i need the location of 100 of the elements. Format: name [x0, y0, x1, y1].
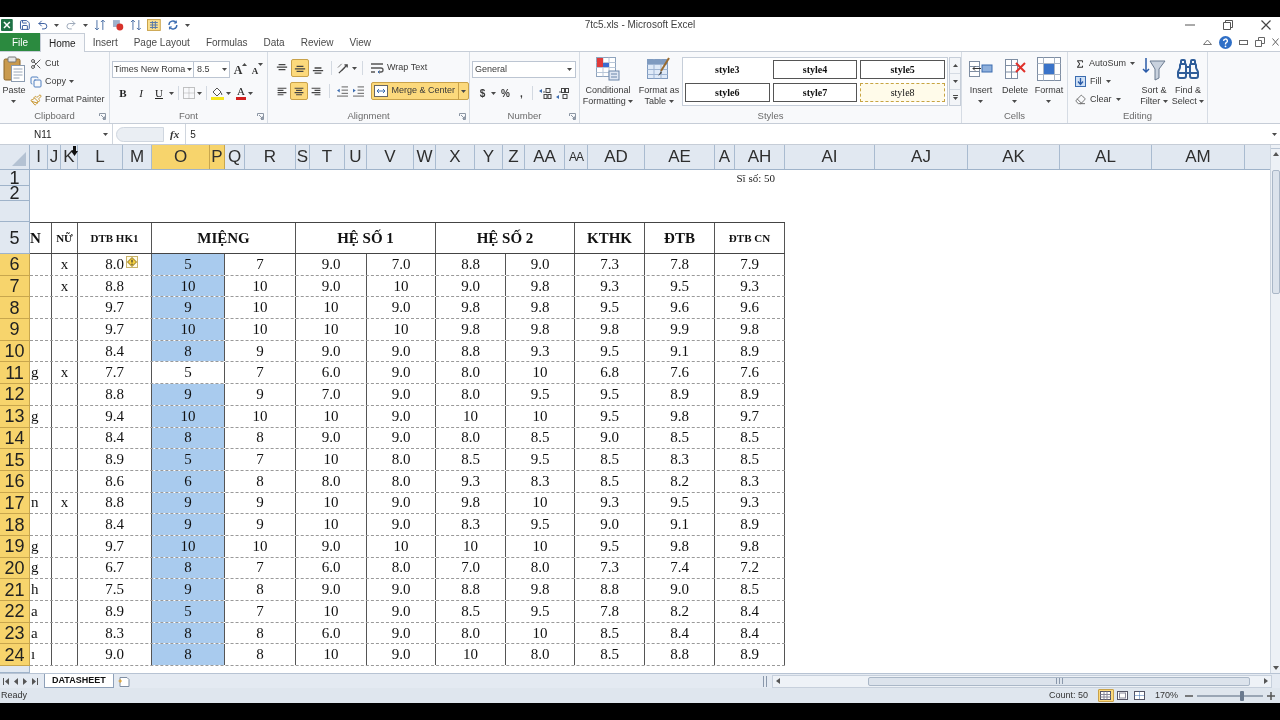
ribbon-tab[interactable]: View [341, 33, 379, 51]
new-sheet-button[interactable] [116, 674, 133, 688]
font-size-field[interactable]: 8.5 [194, 61, 230, 78]
row-header[interactable]: 5 [0, 222, 30, 254]
restore-icon[interactable] [1255, 37, 1265, 47]
column-header[interactable]: AI [785, 145, 875, 169]
decrease-decimal-button[interactable] [554, 85, 569, 101]
zoom-percent[interactable]: 170% [1154, 688, 1178, 703]
row-header[interactable]: 19 [0, 535, 30, 558]
column-header[interactable]: U [345, 145, 367, 169]
row-header[interactable]: 2 [0, 186, 30, 201]
skip-left-icon[interactable] [3, 677, 9, 685]
vertical-scrollbar[interactable] [1270, 145, 1280, 673]
style-option[interactable]: style7 [772, 83, 858, 102]
scroll-thumb[interactable] [1271, 170, 1280, 294]
sort-arrows-icon[interactable] [94, 19, 106, 31]
column-header[interactable]: S [296, 145, 310, 169]
autosum-button[interactable]: AutoSum [1075, 56, 1137, 71]
currency-button[interactable]: $ [476, 85, 489, 101]
row-header[interactable]: 8 [0, 297, 30, 320]
row-header[interactable]: 9 [0, 319, 30, 341]
cut-button[interactable]: Cut [30, 56, 105, 71]
view-button[interactable] [1114, 689, 1131, 702]
number-format-field[interactable]: General [472, 61, 576, 78]
shrink-font-button[interactable]: A [250, 61, 265, 78]
column-header[interactable]: I [30, 145, 48, 169]
font-color-button[interactable]: A [236, 85, 253, 101]
ribbon-tab[interactable]: Data [255, 33, 293, 51]
align-center-button[interactable] [290, 82, 308, 100]
function-label[interactable]: fx [170, 125, 180, 143]
undo-icon[interactable] [36, 19, 49, 31]
grow-font-button[interactable]: A [233, 61, 248, 78]
column-header[interactable]: V [367, 145, 414, 169]
column-header[interactable]: X [436, 145, 475, 169]
comma-style-button[interactable]: , [515, 85, 528, 101]
column-header[interactable]: AA [525, 145, 565, 169]
clear-button[interactable]: Clear [1075, 92, 1137, 107]
italic-button[interactable]: I [133, 85, 149, 101]
refresh-arrows-icon[interactable] [167, 19, 179, 31]
row-header[interactable]: 12 [0, 384, 30, 406]
right-triangle-icon[interactable] [23, 677, 27, 685]
horizontal-scrollbar[interactable] [772, 674, 1272, 688]
dialog-launcher-icon[interactable] [459, 113, 466, 120]
row-header[interactable]: 18 [0, 514, 30, 536]
fill-color-button[interactable] [211, 85, 231, 101]
column-header[interactable]: J [48, 145, 61, 169]
sort-filter-button[interactable]: Sort & Filter [1137, 52, 1171, 109]
row-header[interactable]: 10 [0, 340, 30, 363]
zoom-slider-thumb[interactable] [1239, 690, 1244, 701]
minimize-icon[interactable] [1239, 39, 1248, 45]
column-header[interactable]: AA [565, 145, 588, 169]
sheet-tab[interactable]: DATASHEET [44, 674, 114, 688]
save-icon[interactable] [18, 19, 31, 31]
dialog-launcher-icon[interactable] [99, 113, 106, 120]
increase-decimal-button[interactable] [537, 85, 552, 101]
help-icon[interactable] [1219, 35, 1232, 49]
row-header[interactable]: 14 [0, 427, 30, 450]
column-header[interactable]: R [245, 145, 296, 169]
column-header[interactable]: L [78, 145, 123, 169]
row-header[interactable]: 20 [0, 557, 30, 580]
borders-button[interactable] [183, 85, 202, 101]
column-header[interactable]: P [210, 145, 225, 169]
ribbon-tab[interactable]: Formulas [197, 33, 256, 51]
column-header[interactable]: O [152, 145, 210, 169]
row-header[interactable]: 11 [0, 362, 30, 385]
formula-bar-handle[interactable] [116, 126, 164, 142]
dialog-launcher-icon[interactable] [569, 113, 576, 120]
formula-input[interactable]: 5 [185, 124, 1280, 144]
chevron-up-icon[interactable] [1203, 39, 1212, 45]
column-header[interactable]: AD [588, 145, 645, 169]
row-header[interactable]: 17 [0, 492, 30, 515]
percent-button[interactable]: % [499, 85, 512, 101]
style-option[interactable]: style6 [685, 83, 770, 102]
view-button[interactable] [1097, 689, 1114, 702]
row-header[interactable]: 13 [0, 405, 30, 428]
ribbon-tab[interactable]: Review [292, 33, 342, 51]
splitter-grip-icon[interactable] [763, 675, 767, 687]
column-header[interactable]: Y [475, 145, 503, 169]
format-painter-button[interactable]: Format Painter [30, 92, 105, 107]
square-dot-icon[interactable] [111, 19, 124, 31]
grid-icon[interactable] [147, 19, 162, 31]
copy-button[interactable]: Copy [30, 74, 105, 89]
column-header[interactable]: Z [503, 145, 525, 169]
align-middle-button[interactable] [291, 59, 309, 77]
row-header[interactable]: 16 [0, 470, 30, 493]
column-header[interactable]: AM [1152, 145, 1245, 169]
ribbon-tab[interactable]: Home [40, 33, 85, 52]
font-name-field[interactable]: Times New Roma [112, 61, 194, 78]
row-header[interactable]: 15 [0, 449, 30, 471]
row-header[interactable]: 24 [0, 644, 30, 667]
file-tab[interactable]: File [0, 33, 40, 51]
column-header[interactable]: A [715, 145, 735, 169]
wrap-text-button[interactable]: Wrap Text [367, 59, 431, 77]
fill-button[interactable]: Fill [1075, 74, 1137, 89]
row-header[interactable]: 1 [0, 170, 30, 186]
dialog-launcher-icon[interactable] [257, 113, 264, 120]
column-header[interactable]: Q [225, 145, 245, 169]
sort-arrows-icon[interactable] [129, 19, 142, 31]
delete-cells-button[interactable]: Delete [998, 52, 1032, 109]
column-header[interactable]: AJ [875, 145, 968, 169]
